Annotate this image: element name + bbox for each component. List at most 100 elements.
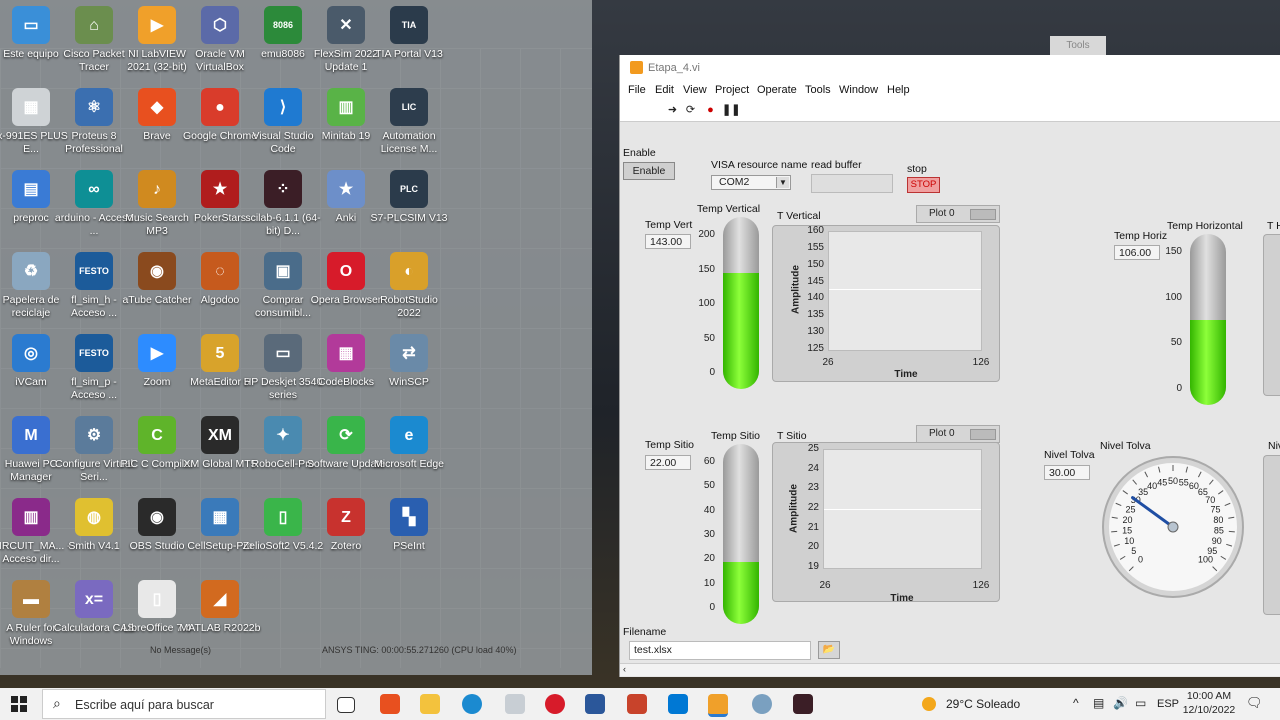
t-sitio-title: T Sitio bbox=[777, 430, 807, 442]
gauge-tick-label: 55 bbox=[1179, 477, 1189, 487]
run-continuously-icon[interactable]: ⟳ bbox=[684, 104, 697, 117]
scroll-left-icon[interactable]: ‹ bbox=[623, 664, 626, 674]
search-icon: ⌕ bbox=[53, 695, 61, 711]
chart-y-tick: 135 bbox=[807, 309, 824, 321]
app-icon: ▚ bbox=[390, 498, 428, 536]
tray-chevron-icon[interactable]: ^ bbox=[1073, 696, 1079, 710]
battery-icon[interactable]: ▭ bbox=[1135, 696, 1146, 710]
desktop-icon[interactable]: PLC S7-PLCSIM V13 bbox=[368, 164, 450, 246]
temp-sitio-fill bbox=[723, 561, 759, 624]
taskbar-opera-icon[interactable] bbox=[545, 694, 565, 714]
stop-button[interactable]: STOP bbox=[907, 177, 940, 193]
app-icon: ★ bbox=[327, 170, 365, 208]
menu-edit[interactable]: Edit bbox=[655, 84, 674, 96]
gauge-tick-label: 50 bbox=[1168, 476, 1178, 486]
filename-input[interactable]: test.xlsx bbox=[629, 641, 811, 660]
desktop-icon[interactable]: ⇄ WinSCP bbox=[368, 328, 450, 410]
app-icon: XM bbox=[201, 416, 239, 454]
run-arrow-icon[interactable]: ➜ bbox=[666, 104, 679, 117]
taskbar-store-icon[interactable] bbox=[668, 694, 688, 714]
clock-time[interactable]: 10:00 AM bbox=[1183, 690, 1235, 702]
t-sitio-plot-area[interactable] bbox=[823, 449, 982, 569]
app-icon: 8086 bbox=[264, 6, 302, 44]
nivel-tolva-gauge[interactable]: 0510152025303540455055606570758085909510… bbox=[1098, 452, 1248, 602]
chart-y-tick: 145 bbox=[807, 275, 824, 287]
temp-vert-label: Temp Vert bbox=[645, 219, 693, 231]
chart-y-tick: 150 bbox=[807, 258, 824, 270]
app-icon: ● bbox=[201, 88, 239, 126]
dropdown-arrow-icon[interactable]: ▼ bbox=[776, 177, 789, 188]
notifications-icon[interactable]: 🗨 bbox=[1246, 695, 1263, 711]
desktop-icon[interactable]: LIC Automation License M... bbox=[368, 82, 450, 164]
language-indicator[interactable]: ESP bbox=[1157, 698, 1179, 710]
menu-tools[interactable]: Tools bbox=[805, 84, 831, 96]
menu-view[interactable]: View bbox=[683, 84, 707, 96]
desktop-icon[interactable]: e Microsoft Edge bbox=[368, 410, 450, 492]
t-sitio-ylabel: Amplitude bbox=[788, 484, 800, 533]
abort-icon[interactable]: ● bbox=[704, 104, 717, 117]
weather-sun-icon[interactable] bbox=[922, 697, 936, 711]
taskbar-search[interactable]: ⌕ Escribe aquí para buscar bbox=[42, 689, 326, 719]
app-icon: ◢ bbox=[201, 580, 239, 618]
t-vertical-xlabel: Time bbox=[894, 369, 918, 380]
task-view-icon[interactable] bbox=[337, 697, 355, 713]
app-icon: Z bbox=[327, 498, 365, 536]
app-icon: M bbox=[12, 416, 50, 454]
temp-sitio-label: Temp Sitio bbox=[645, 439, 695, 451]
chart-y-tick: 155 bbox=[807, 241, 824, 253]
t-vertical-ylabel: Amplitude bbox=[790, 265, 802, 314]
app-icon: ◉ bbox=[138, 498, 176, 536]
desktop-icon[interactable]: ▚ PSeInt bbox=[368, 492, 450, 574]
menu-operate[interactable]: Operate bbox=[757, 84, 797, 96]
app-icon: ▦ bbox=[12, 88, 50, 126]
taskbar-scilab-icon[interactable] bbox=[793, 694, 813, 714]
taskbar-labview-icon[interactable] bbox=[708, 694, 728, 717]
clock-date[interactable]: 12/10/2022 bbox=[1181, 704, 1237, 716]
start-windows-icon[interactable] bbox=[11, 696, 27, 712]
taskbar-powerpoint-icon[interactable] bbox=[627, 694, 647, 714]
app-icon: ★ bbox=[201, 170, 239, 208]
window-titlebar[interactable]: Etapa_4.vi bbox=[620, 55, 1280, 82]
t-sitio-legend[interactable]: Plot 0 bbox=[916, 425, 1000, 443]
app-icon: ▦ bbox=[327, 334, 365, 372]
enable-button[interactable]: Enable bbox=[623, 162, 675, 180]
t-vertical-title: T Vertical bbox=[777, 210, 821, 222]
horizontal-scrollbar[interactable]: ‹ bbox=[620, 663, 1280, 676]
menu-window[interactable]: Window bbox=[839, 84, 878, 96]
thermometer-tick: 150 bbox=[698, 263, 715, 275]
desktop-icon[interactable]: ◢ MATLAB R2022b bbox=[179, 574, 261, 656]
nivel-tolva-gauge-label: Nivel Tolva bbox=[1100, 440, 1151, 452]
right-cut-label-1: T H bbox=[1267, 220, 1280, 232]
taskbar-file-explorer-icon[interactable] bbox=[420, 694, 440, 714]
taskbar-proteus-icon[interactable] bbox=[752, 694, 772, 714]
volume-icon[interactable]: 🔊 bbox=[1113, 696, 1128, 710]
temp-horizontal-fill bbox=[1190, 319, 1226, 405]
t-vertical-plot-area[interactable] bbox=[828, 231, 982, 351]
chart-y-tick: 25 bbox=[807, 443, 819, 454]
thermometer-tick: 50 bbox=[1170, 337, 1182, 349]
weather-text[interactable]: 29°C Soleado bbox=[946, 697, 1020, 711]
menu-project[interactable]: Project bbox=[715, 84, 749, 96]
menu-bar: File Edit View Project Operate Tools Win… bbox=[620, 81, 1280, 101]
taskbar-edge-icon[interactable] bbox=[462, 694, 482, 714]
pause-icon[interactable]: ❚❚ bbox=[722, 104, 740, 117]
nivel-tolva-label: Nivel Tolva bbox=[1044, 449, 1095, 461]
app-icon: ♪ bbox=[138, 170, 176, 208]
desktop-icon[interactable]: TIA TIA Portal V13 bbox=[368, 0, 450, 82]
taskbar-brave-icon[interactable] bbox=[380, 694, 400, 714]
taskbar-calculator-icon[interactable] bbox=[505, 694, 525, 714]
t-vertical-legend[interactable]: Plot 0 bbox=[916, 205, 1000, 223]
menu-help[interactable]: Help bbox=[887, 84, 910, 96]
app-icon: ⬡ bbox=[201, 6, 239, 44]
network-icon[interactable]: ▤ bbox=[1093, 696, 1104, 710]
t-vertical-xtick-start: 26 bbox=[822, 357, 834, 368]
read-buffer-field[interactable] bbox=[811, 174, 893, 193]
browse-folder-icon[interactable]: 📂 bbox=[818, 641, 840, 659]
visa-resource-select[interactable]: COM2 ▼ bbox=[711, 175, 791, 190]
taskbar-word-icon[interactable] bbox=[585, 694, 605, 714]
desktop-icon[interactable]: ◐ RobotStudio 2022 bbox=[368, 246, 450, 328]
desktop-icon-label: WinSCP bbox=[389, 376, 429, 388]
menu-file[interactable]: File bbox=[628, 84, 646, 96]
chart-y-tick: 19 bbox=[807, 561, 819, 572]
app-icon: TIA bbox=[390, 6, 428, 44]
